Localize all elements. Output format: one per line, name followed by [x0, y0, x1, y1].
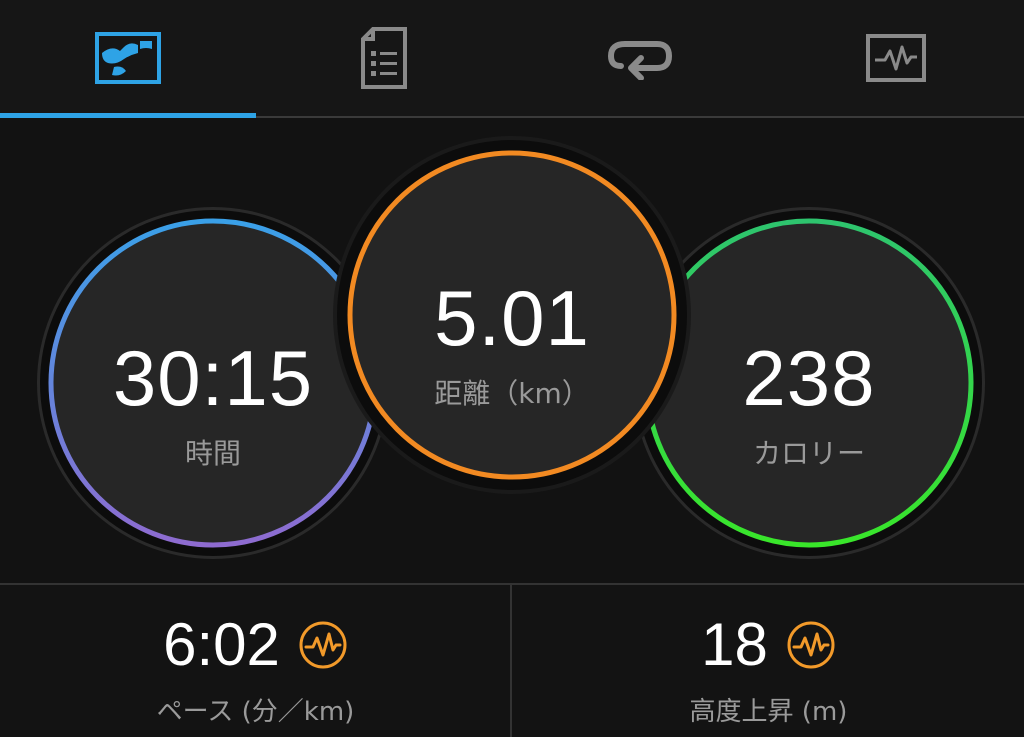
- tab-bar: [0, 0, 1024, 118]
- tab-details[interactable]: [256, 0, 512, 116]
- tab-laps[interactable]: [512, 0, 768, 116]
- pace-stat[interactable]: 6:02 ペース (分／km): [0, 585, 511, 737]
- time-label: 時間: [184, 437, 241, 470]
- tab-charts[interactable]: [768, 0, 1024, 116]
- pace-value: 6:02: [163, 611, 280, 678]
- stats-divider: [510, 585, 512, 737]
- repeat-icon: [607, 41, 673, 80]
- document-list-icon: [361, 27, 407, 89]
- calories-ring[interactable]: 238 カロリー: [636, 210, 982, 556]
- activity-summary-screen: 30:15 時間 238 カロリー 5.01 距離（km） 6:02 ペース (…: [0, 0, 1024, 737]
- distance-value: 5.01: [434, 274, 590, 362]
- calories-value: 238: [742, 334, 876, 422]
- tab-map[interactable]: [0, 0, 256, 116]
- map-icon: [95, 32, 161, 84]
- pace-label: ペース (分／km): [156, 697, 355, 727]
- time-value: 30:15: [112, 334, 314, 422]
- elevation-stat[interactable]: 18 高度上昇 (m): [513, 585, 1024, 737]
- elevation-value: 18: [701, 611, 768, 678]
- summary-rings: 30:15 時間 238 カロリー 5.01 距離（km）: [0, 120, 1024, 582]
- distance-label: 距離（km）: [434, 377, 590, 410]
- active-tab-indicator: [0, 113, 256, 118]
- activity-pulse-icon[interactable]: [786, 620, 836, 670]
- elevation-label: 高度上昇 (m): [689, 697, 848, 727]
- chart-icon: [866, 34, 926, 82]
- time-ring[interactable]: 30:15 時間: [40, 210, 386, 556]
- activity-pulse-icon[interactable]: [298, 620, 348, 670]
- distance-ring[interactable]: 5.01 距離（km）: [337, 140, 687, 490]
- calories-label: カロリー: [752, 437, 865, 470]
- stats-panel: 6:02 ペース (分／km) 18 高度上昇 (m): [0, 583, 1024, 737]
